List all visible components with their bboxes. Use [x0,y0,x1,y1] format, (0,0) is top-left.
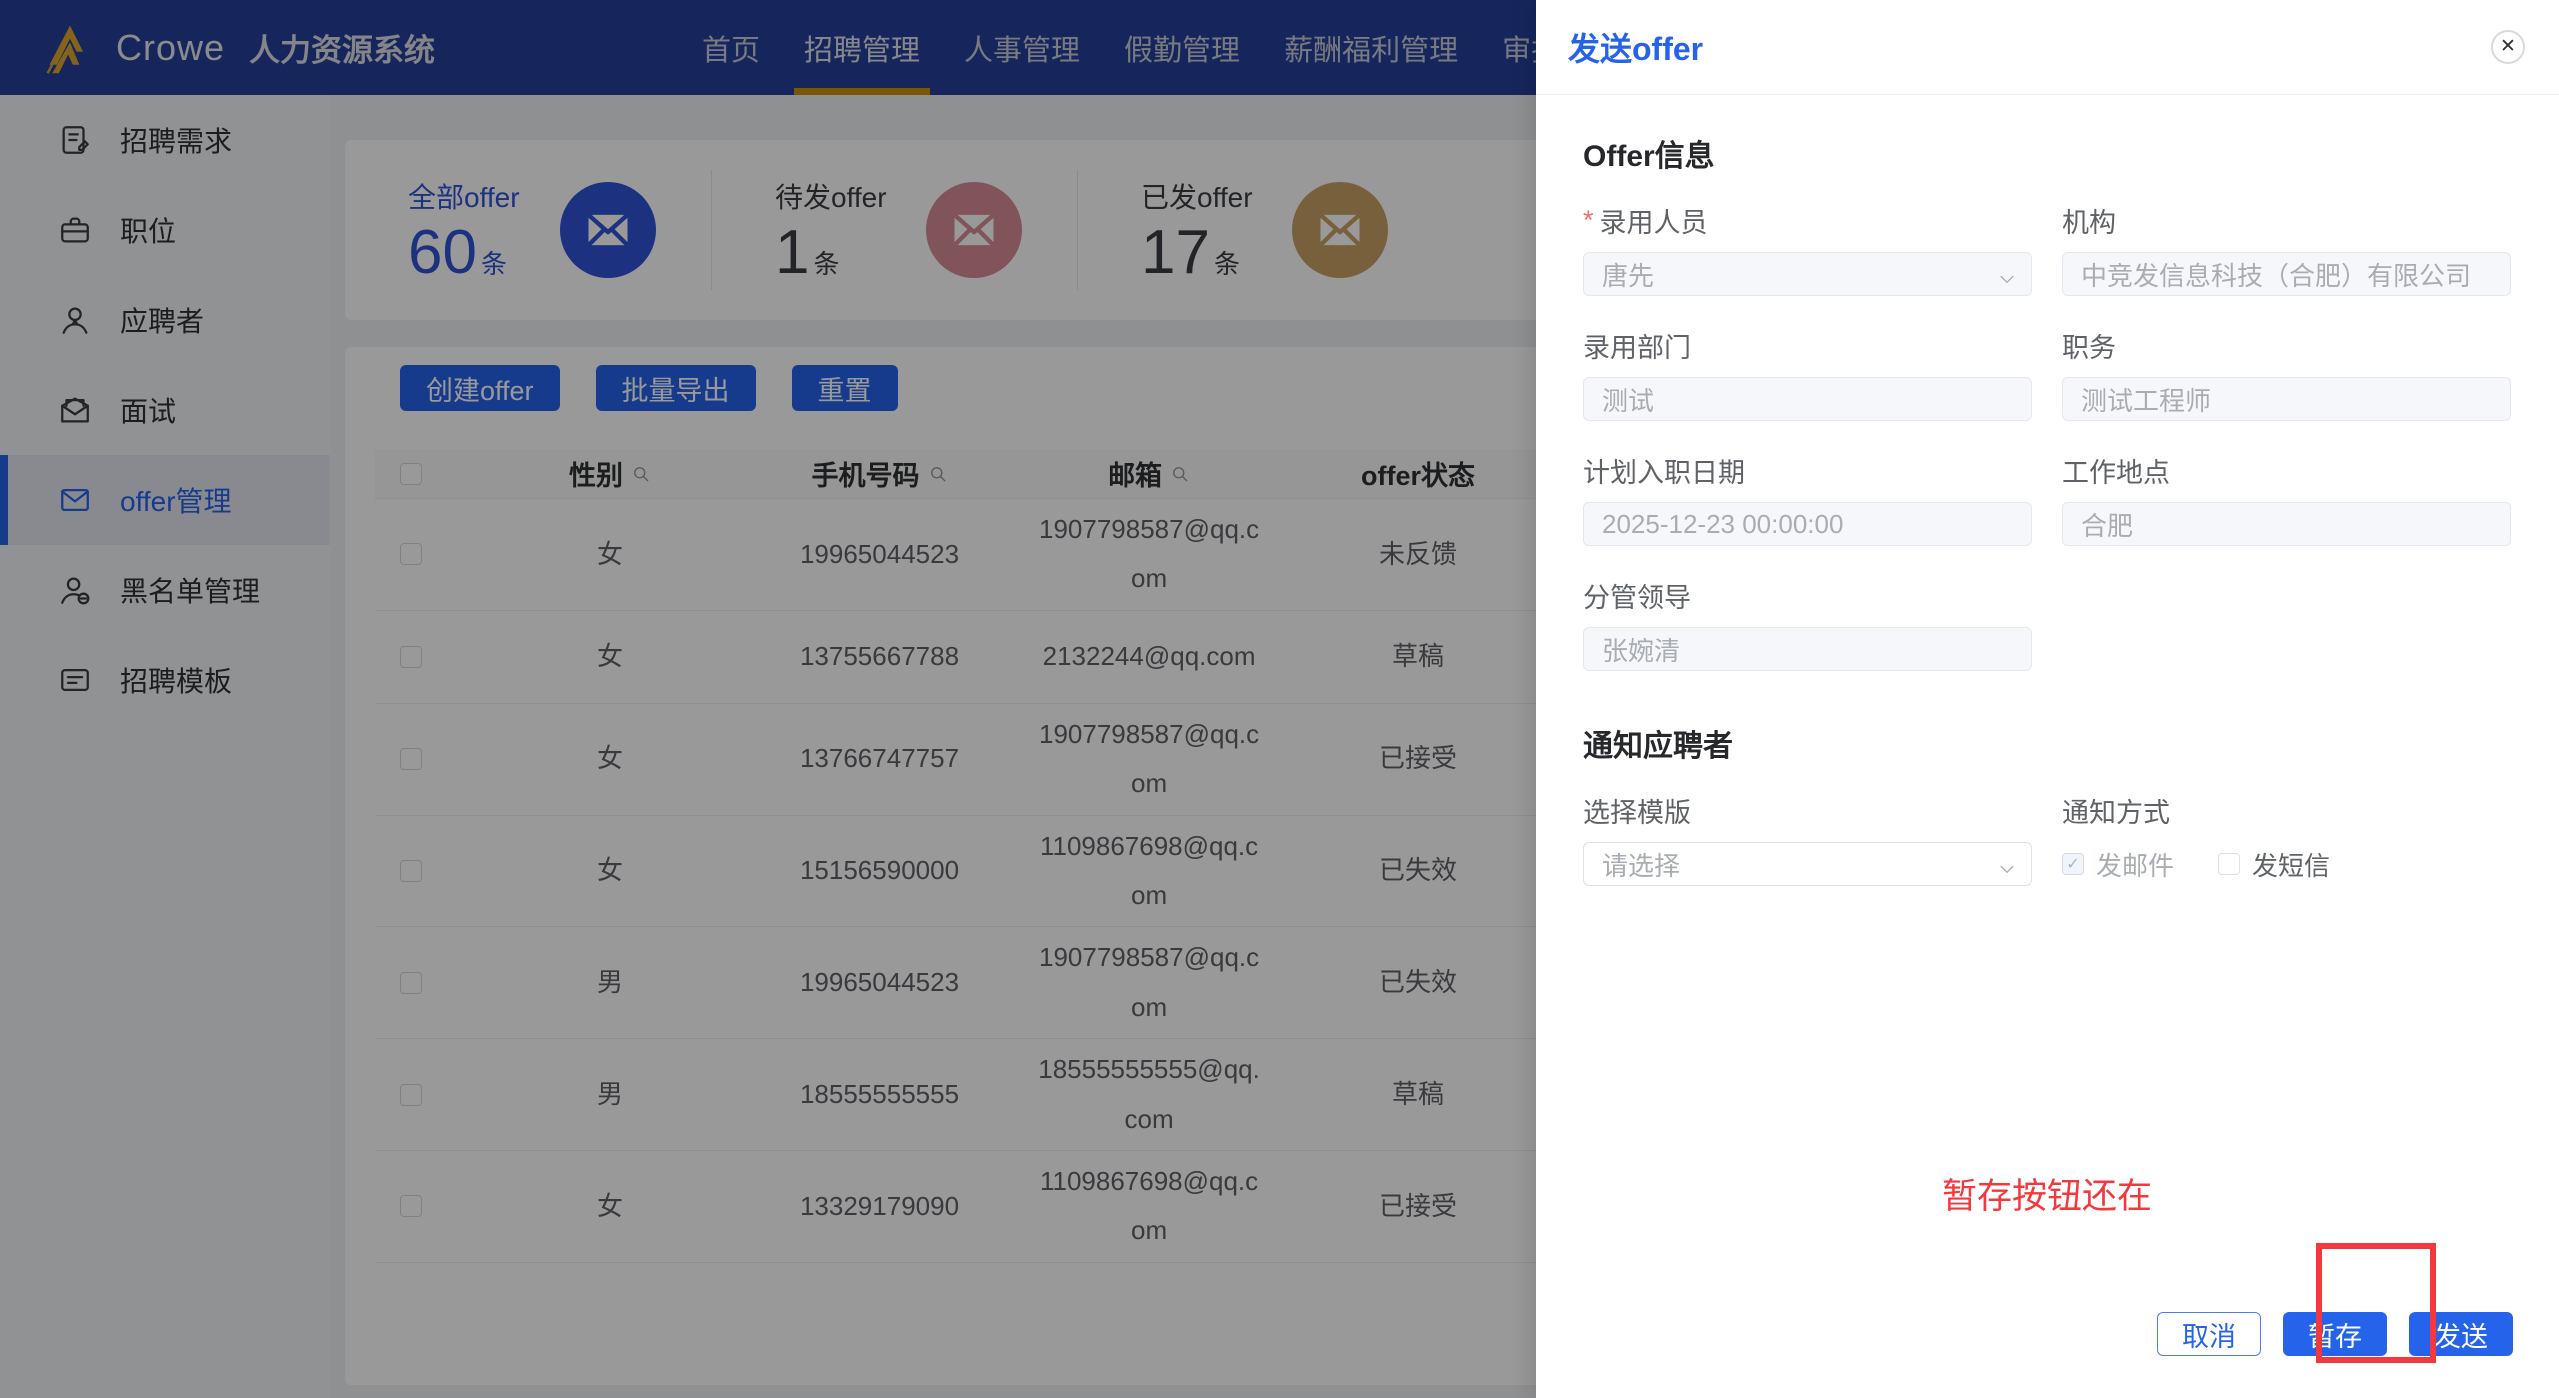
checkbox-icon: ✓ [2062,853,2084,875]
field-label: 职务 [2062,333,2116,363]
input-value: 合肥 [2081,510,2134,541]
checkbox-item-0[interactable]: ✓ 发邮件 [2062,846,2174,883]
drawer-body: Offer信息 * 录用人员 唐先 机构 中竞发信息科技（合肥）有限公司 录用部门 测… [1536,95,2559,886]
drawer-footer: 取消 暂存 发送 [2157,1312,2513,1356]
field-0-2: 录用部门 测试 [1583,326,2032,421]
field-label: 选择模版 [1583,798,1691,828]
分管领导-input[interactable]: 张婉清 [1583,627,2032,671]
field-0-0: * 录用人员 唐先 [1583,201,2032,296]
职务-input[interactable]: 测试工程师 [2062,377,2511,421]
field-label: 录用部门 [1583,333,1691,363]
chevron-down-icon [1997,855,2017,875]
field-0-3: 职务 测试工程师 [2062,326,2511,421]
form-grid-1: 选择模版 请选择 通知方式 ✓ 发邮件 发短信 [1583,791,2513,886]
input-value: 张婉清 [1602,635,1681,666]
field-label: 机构 [2062,208,2116,238]
checkbox-label: 发短信 [2252,850,2331,881]
section-title-1: 通知应聘者 [1583,730,1733,763]
field-label: 计划入职日期 [1583,458,1745,488]
input-value: 2025-12-23 00:00:00 [1602,508,1844,539]
select-value: 请选择 [1602,850,1681,881]
选择模版-select[interactable]: 请选择 [1583,842,2032,886]
field-label: * 录用人员 [1583,205,1708,238]
checkbox-label: 发邮件 [2096,850,2175,881]
notify-method-group: ✓ 发邮件 发短信 [2062,842,2511,886]
draft-button[interactable]: 暂存 [2283,1312,2387,1356]
input-value: 测试 [1602,385,1655,416]
field-1-0: 选择模版 请选择 [1583,791,2032,886]
chevron-down-icon [1997,265,2017,285]
field-0-4: 计划入职日期 2025-12-23 00:00:00 [1583,451,2032,546]
drawer-header: 发送offer ✕ [1536,0,2559,95]
field-0-5: 工作地点 合肥 [2062,451,2511,546]
input-value: 测试工程师 [2081,385,2212,416]
field-1-1: 通知方式 ✓ 发邮件 发短信 [2062,791,2511,886]
close-icon[interactable]: ✕ [2491,30,2525,64]
draft-annotation-text: 暂存按钮还在 [1942,1177,2153,1216]
field-label: 分管领导 [1583,583,1691,613]
select-value: 唐先 [1602,260,1655,291]
录用人员-select[interactable]: 唐先 [1583,252,2032,296]
form-grid-0: * 录用人员 唐先 机构 中竞发信息科技（合肥）有限公司 录用部门 测试 职务 测试工… [1583,201,2513,671]
required-asterisk: * [1583,205,1594,235]
drawer-title: 发送offer [1568,31,1704,67]
send-offer-drawer: 发送offer ✕ Offer信息 * 录用人员 唐先 机构 中竞发信息科技（合肥）… [1536,0,2559,1398]
录用部门-input[interactable]: 测试 [1583,377,2032,421]
field-label: 通知方式 [2062,798,2170,828]
checkbox-icon [2218,853,2241,875]
工作地点-input[interactable]: 合肥 [2062,502,2511,546]
input-value: 中竞发信息科技（合肥）有限公司 [2081,260,2472,291]
field-0-6: 分管领导 张婉清 [1583,576,2032,671]
field-0-1: 机构 中竞发信息科技（合肥）有限公司 [2062,201,2511,296]
section-title-0: Offer信息 [1583,140,1715,173]
checkbox-item-1[interactable]: 发短信 [2218,846,2330,883]
计划入职日期-input[interactable]: 2025-12-23 00:00:00 [1583,502,2032,546]
cancel-button[interactable]: 取消 [2157,1312,2261,1356]
field-label: 工作地点 [2062,458,2170,488]
机构-input[interactable]: 中竞发信息科技（合肥）有限公司 [2062,252,2511,296]
send-button[interactable]: 发送 [2409,1312,2513,1356]
